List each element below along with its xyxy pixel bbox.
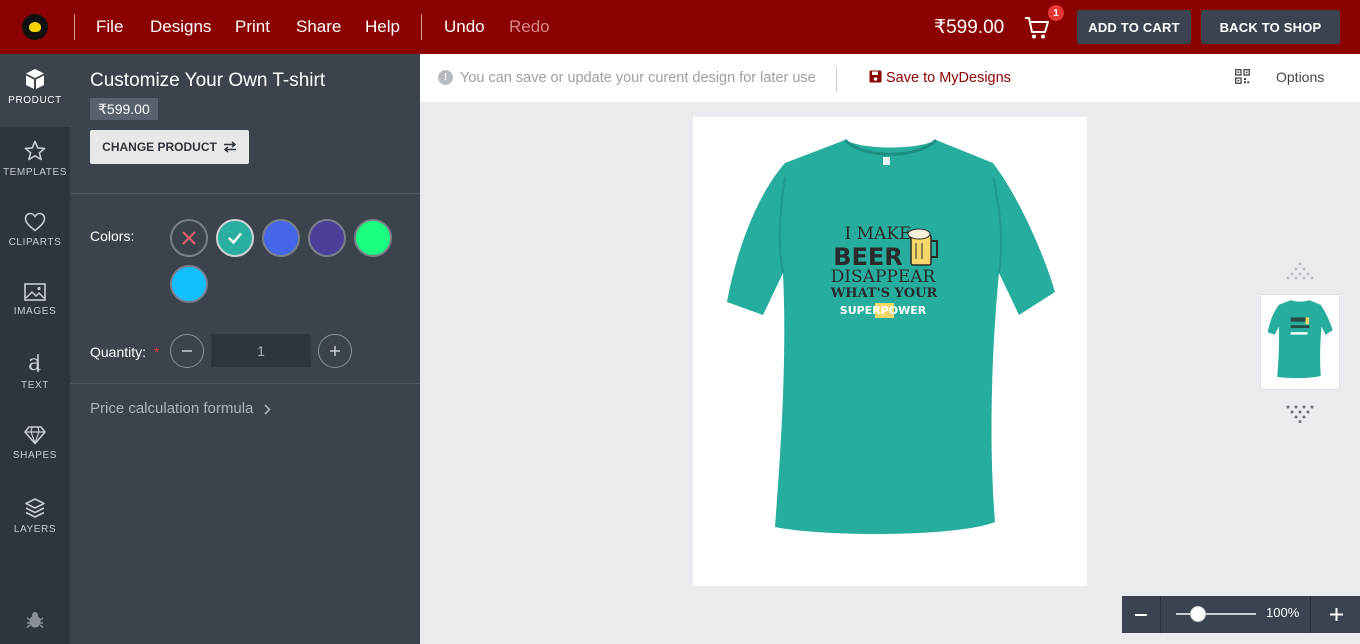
zoom-level: 100% bbox=[1266, 605, 1300, 620]
top-bar: File Designs Print Share Help Undo Redo … bbox=[0, 0, 1360, 54]
nav-label: LAYERS bbox=[13, 524, 57, 535]
nav-label: IMAGES bbox=[13, 306, 57, 317]
divider bbox=[421, 14, 422, 40]
scroll-up-dots-icon[interactable] bbox=[1286, 262, 1314, 280]
change-product-button[interactable]: CHANGE PRODUCT bbox=[90, 130, 249, 164]
nav-label: SHAPES bbox=[12, 450, 58, 461]
check-icon bbox=[228, 232, 242, 245]
text-icon: a bbox=[28, 351, 42, 375]
divider bbox=[70, 193, 420, 194]
colors-label: Colors: bbox=[90, 228, 135, 244]
redo-button[interactable]: Redo bbox=[509, 17, 550, 37]
menu-file[interactable]: File bbox=[96, 17, 123, 37]
zoom-in-button[interactable] bbox=[1312, 596, 1360, 633]
zoom-slider-handle[interactable] bbox=[1190, 606, 1207, 622]
product-price-badge: ₹599.00 bbox=[90, 98, 158, 120]
cart-icon[interactable] bbox=[1024, 16, 1050, 40]
menu-share[interactable]: Share bbox=[296, 17, 341, 37]
app-logo[interactable] bbox=[22, 14, 48, 40]
quantity-label: Quantity: * bbox=[90, 344, 159, 360]
cube-icon bbox=[26, 69, 44, 89]
tshirt-mockup: I MAKE BEER DISAPPEAR WHAT'S YOUR SUPERP… bbox=[727, 138, 1055, 534]
bug-icon[interactable] bbox=[25, 611, 45, 629]
nav-text[interactable]: a TEXT bbox=[0, 351, 70, 391]
save-label: Save to MyDesigns bbox=[886, 70, 1011, 86]
color-swatch[interactable] bbox=[354, 219, 392, 257]
price-formula-label: Price calculation formula bbox=[90, 400, 254, 417]
zoom-bar: 100% bbox=[1122, 596, 1360, 633]
color-swatch[interactable] bbox=[308, 219, 346, 257]
save-hint-text: You can save or update your curent desig… bbox=[460, 70, 816, 86]
divider bbox=[1310, 596, 1311, 633]
quantity-increase-button[interactable] bbox=[318, 334, 352, 368]
menu-designs[interactable]: Designs bbox=[150, 17, 211, 37]
design-line-1: I MAKE bbox=[845, 224, 912, 244]
logo-mark-icon bbox=[29, 22, 41, 32]
required-mark: * bbox=[153, 344, 160, 360]
product-panel: Customize Your Own T-shirt ₹599.00 CHANG… bbox=[70, 54, 420, 644]
nav-label: TEXT bbox=[21, 380, 49, 391]
svg-text:a: a bbox=[28, 351, 42, 375]
view-thumbnail-front[interactable] bbox=[1260, 294, 1340, 390]
nav-shapes[interactable]: SHAPES bbox=[0, 425, 70, 461]
change-product-label: CHANGE PRODUCT bbox=[102, 140, 217, 154]
layers-icon bbox=[25, 498, 45, 518]
back-to-shop-button[interactable]: BACK TO SHOP bbox=[1201, 10, 1340, 44]
options-button[interactable]: Options bbox=[1276, 69, 1324, 85]
image-icon bbox=[24, 283, 46, 301]
design-canvas[interactable]: I MAKE BEER DISAPPEAR WHAT'S YOUR SUPERP… bbox=[693, 117, 1087, 586]
diamond-icon bbox=[24, 426, 46, 445]
star-icon bbox=[24, 140, 46, 161]
design-line-5: SUPERPOWER bbox=[840, 304, 927, 317]
nav-cliparts[interactable]: CLIPARTS bbox=[0, 212, 70, 248]
add-to-cart-button[interactable]: ADD TO CART bbox=[1077, 10, 1191, 44]
nav-label: PRODUCT bbox=[8, 95, 62, 106]
divider bbox=[74, 14, 75, 40]
undo-button[interactable]: Undo bbox=[444, 17, 485, 37]
nav-label: TEMPLATES bbox=[2, 167, 68, 178]
chevron-right-icon bbox=[264, 403, 271, 415]
heart-icon bbox=[24, 212, 46, 232]
price-formula-link[interactable]: Price calculation formula bbox=[90, 400, 271, 417]
nav-templates[interactable]: TEMPLATES bbox=[0, 140, 70, 178]
color-swatch[interactable] bbox=[170, 265, 208, 303]
tool-sidebar: PRODUCT TEMPLATES CLIPARTS IMAGES a TEXT bbox=[0, 54, 70, 644]
save-to-mydesigns-button[interactable]: Save to MyDesigns bbox=[869, 70, 1011, 86]
nav-label: CLIPARTS bbox=[8, 237, 62, 248]
swap-arrows-icon bbox=[223, 141, 236, 153]
menu-help[interactable]: Help bbox=[365, 17, 400, 37]
zoom-out-button[interactable] bbox=[1122, 596, 1160, 633]
scroll-down-dots-icon[interactable] bbox=[1286, 405, 1314, 423]
floppy-disk-icon bbox=[869, 70, 882, 83]
menu-print[interactable]: Print bbox=[235, 17, 270, 37]
color-swatch[interactable] bbox=[262, 219, 300, 257]
no-color-icon bbox=[182, 231, 196, 245]
color-swatch[interactable] bbox=[216, 219, 254, 257]
zoom-slider-track[interactable] bbox=[1176, 606, 1256, 622]
nav-product[interactable]: PRODUCT bbox=[0, 54, 70, 127]
minus-icon bbox=[182, 350, 192, 352]
quantity-decrease-button[interactable] bbox=[170, 334, 204, 368]
cart-count-badge: 1 bbox=[1048, 5, 1064, 21]
plus-icon bbox=[1329, 608, 1343, 621]
plus-icon bbox=[330, 346, 340, 356]
info-icon: ! bbox=[438, 70, 453, 85]
divider bbox=[1160, 596, 1161, 633]
quantity-label-text: Quantity: bbox=[90, 344, 147, 360]
quantity-input[interactable] bbox=[211, 334, 311, 367]
info-bar: ! You can save or update your curent des… bbox=[420, 54, 1360, 102]
nav-layers[interactable]: LAYERS bbox=[0, 497, 70, 535]
panel-title: Customize Your Own T-shirt bbox=[90, 70, 326, 91]
nav-images[interactable]: IMAGES bbox=[0, 283, 70, 317]
color-swatch[interactable] bbox=[170, 219, 208, 257]
total-price: ₹599.00 bbox=[934, 17, 1005, 38]
design-line-3: DISAPPEAR bbox=[831, 267, 937, 287]
qr-code-icon[interactable] bbox=[1235, 69, 1250, 84]
minus-icon bbox=[1135, 613, 1147, 616]
design-line-4: WHAT'S YOUR bbox=[830, 286, 938, 301]
divider bbox=[836, 66, 837, 92]
thumbnail-shirt bbox=[1267, 300, 1333, 379]
divider bbox=[70, 383, 420, 384]
shirt-graphic[interactable]: I MAKE BEER DISAPPEAR WHAT'S YOUR SUPERP… bbox=[830, 224, 938, 318]
